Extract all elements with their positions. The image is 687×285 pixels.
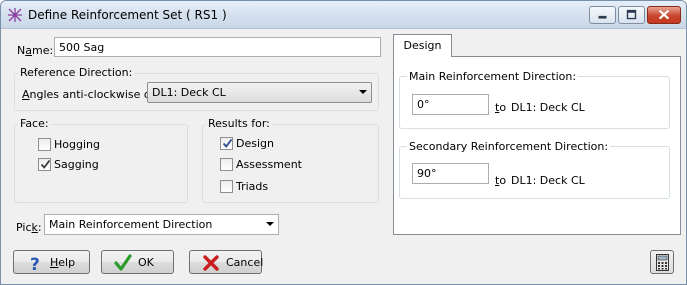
checkmark-icon bbox=[40, 159, 51, 169]
hogging-label: Hogging bbox=[54, 138, 100, 151]
hogging-checkbox[interactable] bbox=[38, 138, 51, 151]
reference-line-value: DL1: Deck CL bbox=[152, 86, 226, 99]
calculator-icon bbox=[656, 254, 669, 271]
help-button-label: Help bbox=[50, 256, 76, 269]
svg-text:?: ? bbox=[30, 255, 40, 272]
close-button[interactable] bbox=[647, 6, 681, 24]
secondary-direction-title: Secondary Reinforcement Direction: bbox=[407, 140, 611, 153]
sagging-label: Sagging bbox=[54, 158, 99, 171]
maximize-button[interactable] bbox=[618, 6, 645, 24]
sagging-checkbox[interactable] bbox=[38, 158, 51, 171]
pick-select[interactable]: Main Reinforcement Direction bbox=[44, 214, 279, 235]
secondary-to-label: to bbox=[495, 174, 507, 187]
title-bar[interactable]: Define Reinforcement Set ( RS1 ) bbox=[1, 1, 686, 29]
angles-label: Angles anti-clockwise of: bbox=[22, 88, 158, 101]
design-label: Design bbox=[236, 137, 274, 150]
main-reference-text: DL1: Deck CL bbox=[511, 101, 585, 114]
app-icon bbox=[8, 8, 22, 22]
minimize-icon bbox=[598, 15, 607, 19]
cancel-button[interactable]: Cancel bbox=[189, 250, 264, 274]
main-to-label: to bbox=[495, 101, 507, 114]
reference-line-select[interactable]: DL1: Deck CL bbox=[147, 82, 372, 103]
name-input[interactable]: 500 Sag bbox=[54, 37, 381, 57]
window-title: Define Reinforcement Set ( RS1 ) bbox=[28, 8, 227, 22]
dialog-window: Define Reinforcement Set ( RS1 ) Name: 5… bbox=[0, 0, 687, 285]
green-check-icon bbox=[114, 254, 132, 271]
assessment-label: Assessment bbox=[236, 158, 302, 171]
cancel-button-label: Cancel bbox=[226, 256, 264, 269]
minimize-button[interactable] bbox=[589, 6, 616, 24]
red-x-icon bbox=[203, 255, 219, 271]
checkmark-icon bbox=[222, 138, 233, 148]
chevron-down-icon bbox=[359, 90, 367, 94]
tab-design[interactable]: Design bbox=[393, 34, 452, 57]
reference-direction-title: Reference Direction: bbox=[18, 66, 135, 79]
secondary-angle-input[interactable]: 90° bbox=[412, 163, 489, 184]
secondary-reference-text: DL1: Deck CL bbox=[511, 174, 585, 187]
ok-button-label: OK bbox=[138, 256, 154, 269]
name-label: Name: bbox=[17, 44, 54, 57]
help-question-icon: ? bbox=[30, 255, 40, 272]
pick-label: Pick: bbox=[16, 221, 42, 234]
maximize-icon bbox=[626, 9, 637, 20]
help-button[interactable]: ? Help bbox=[13, 250, 90, 274]
design-checkbox[interactable] bbox=[220, 137, 233, 150]
main-direction-title: Main Reinforcement Direction: bbox=[407, 70, 579, 83]
triads-label: Triads bbox=[236, 180, 269, 193]
chevron-down-icon bbox=[266, 222, 274, 226]
results-for-title: Results for: bbox=[206, 117, 272, 130]
main-angle-input[interactable]: 0° bbox=[412, 94, 489, 115]
calculator-button[interactable] bbox=[650, 250, 674, 274]
close-icon bbox=[658, 9, 670, 20]
ok-button[interactable]: OK bbox=[101, 250, 174, 274]
face-title: Face: bbox=[18, 117, 51, 130]
triads-checkbox[interactable] bbox=[220, 180, 233, 193]
assessment-checkbox[interactable] bbox=[220, 158, 233, 171]
pick-value: Main Reinforcement Direction bbox=[49, 218, 213, 231]
